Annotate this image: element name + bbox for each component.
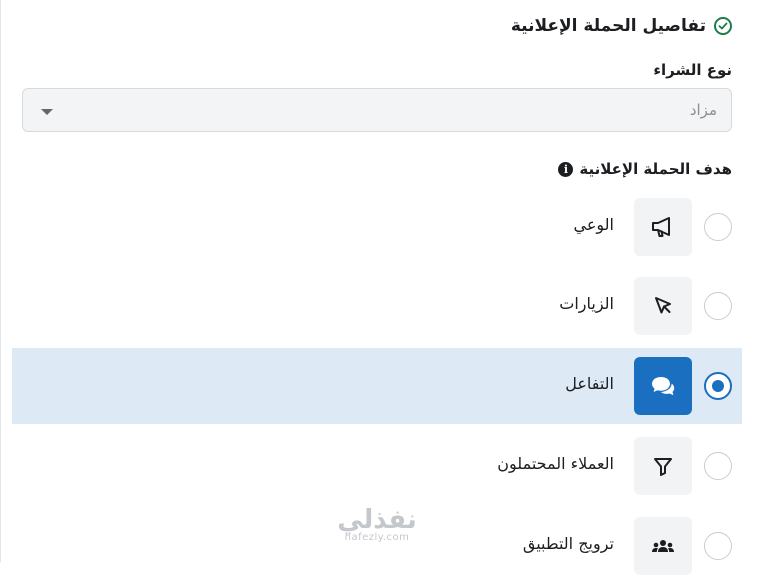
objective-option-traffic[interactable]: الزيارات xyxy=(12,268,742,344)
option-label-leads: العملاء المحتملون xyxy=(497,454,614,473)
radio-traffic[interactable] xyxy=(704,292,732,320)
option-label-app-promotion: ترويج التطبيق xyxy=(522,534,614,553)
users-icon xyxy=(634,517,692,575)
check-circle-icon xyxy=(714,17,732,35)
objective-option-awareness[interactable]: الوعي xyxy=(12,189,742,265)
radio-awareness[interactable] xyxy=(704,213,732,241)
section-title: تفاصيل الحملة الإعلانية xyxy=(510,16,706,36)
purchase-type-label: نوع الشراء xyxy=(653,61,732,79)
radio-engagement[interactable] xyxy=(704,372,732,400)
info-icon[interactable]: i xyxy=(558,161,574,177)
panel-left-border xyxy=(0,0,1,562)
megaphone-icon xyxy=(634,198,692,256)
radio-app-promotion[interactable] xyxy=(704,532,732,560)
chat-bubbles-icon xyxy=(634,357,692,415)
caret-down-icon xyxy=(41,109,53,115)
option-label-engagement: التفاعل xyxy=(565,374,614,393)
objective-option-leads[interactable]: العملاء المحتملون xyxy=(12,428,742,504)
option-label-traffic: الزيارات xyxy=(559,294,614,313)
radio-leads[interactable] xyxy=(704,452,732,480)
option-label-awareness: الوعي xyxy=(573,215,614,234)
purchase-type-value: مزاد xyxy=(689,101,717,119)
objective-label-text: هدف الحملة الإعلانية xyxy=(579,160,732,178)
purchase-type-select[interactable]: مزاد xyxy=(22,88,732,132)
section-header: تفاصيل الحملة الإعلانية xyxy=(511,14,732,38)
cursor-icon xyxy=(634,277,692,335)
objective-option-app-promotion[interactable]: ترويج التطبيق xyxy=(12,508,742,584)
objective-option-engagement[interactable]: التفاعل xyxy=(12,348,742,424)
funnel-icon xyxy=(634,437,692,495)
objective-label: هدف الحملة الإعلانية i xyxy=(558,160,732,178)
